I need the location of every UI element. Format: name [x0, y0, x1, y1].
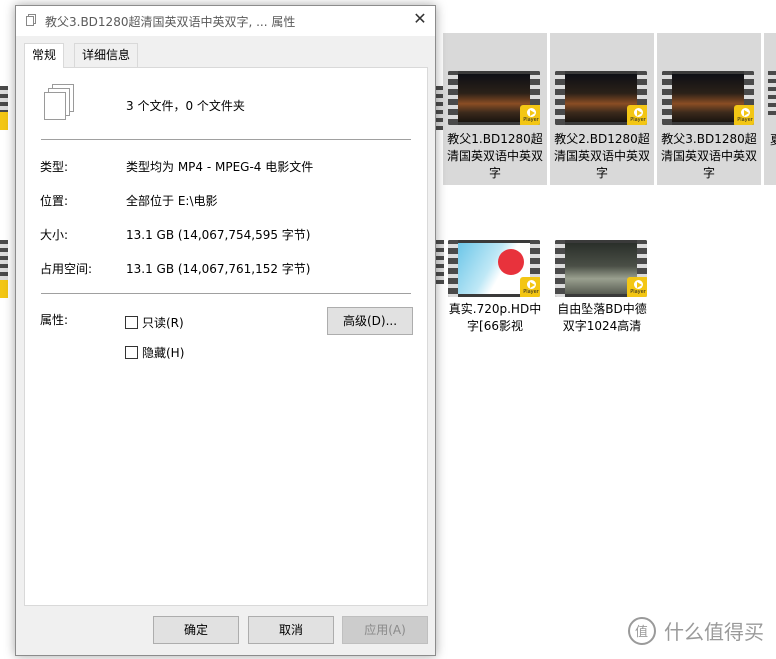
- video-thumbnail: Player: [555, 71, 647, 125]
- watermark-logo-icon: [628, 616, 656, 645]
- file-tile[interactable]: Player 教父3.BD1280超清国英双语中英双字: [657, 33, 761, 185]
- ok-button[interactable]: 确定: [153, 616, 239, 644]
- tab-general[interactable]: 常规: [24, 43, 65, 68]
- player-badge-icon: Player: [520, 105, 540, 125]
- file-tile[interactable]: Player 教父1.BD1280超清国英双语中英双字: [443, 33, 547, 185]
- close-button[interactable]: ✕: [405, 6, 435, 34]
- partial-video-icon: [0, 240, 8, 284]
- type-label: 类型:: [40, 160, 69, 174]
- file-tile[interactable]: Player 教父2.BD1280超清国英双语中英双字: [550, 33, 654, 185]
- size-value: 13.1 GB (14,067,754,595 字节): [126, 228, 311, 242]
- file-name: 自由坠落BD中德双字1024高清: [557, 302, 647, 333]
- properties-dialog: 教父3.BD1280超清国英双语中英双字, ... 属性 ✕ 常规 详细信息 3…: [15, 5, 436, 656]
- watermark-text: 什么值得买: [664, 620, 764, 644]
- file-name-partial: 夏: [770, 131, 776, 148]
- file-name: 教父2.BD1280超清国英双语中英双字: [553, 132, 650, 180]
- checkbox-box[interactable]: [125, 346, 138, 359]
- file-name: 教父1.BD1280超清国英双语中英双字: [446, 132, 543, 180]
- readonly-label: 只读(R): [142, 316, 184, 330]
- file-tile[interactable]: Player 真实.720p.HD中字[66影视: [443, 235, 547, 345]
- player-badge-icon: Player: [627, 277, 647, 297]
- apply-button[interactable]: 应用(A): [342, 616, 428, 644]
- file-name: 教父3.BD1280超清国英双语中英双字: [660, 132, 757, 180]
- partial-player-badge: [0, 280, 8, 298]
- hidden-checkbox[interactable]: 隐藏(H): [125, 344, 184, 361]
- type-value: 类型均为 MP4 - MPEG-4 电影文件: [126, 160, 314, 174]
- multiple-files-icon: [42, 84, 76, 124]
- disk-size-value: 13.1 GB (14,067,761,152 字节): [126, 262, 311, 276]
- site-watermark: 什么值得买: [628, 616, 764, 645]
- checkbox-box[interactable]: [125, 316, 138, 329]
- divider: [41, 293, 411, 294]
- cancel-button[interactable]: 取消: [248, 616, 334, 644]
- video-thumbnail: Player: [448, 240, 540, 297]
- player-badge-icon: Player: [627, 105, 647, 125]
- general-panel: 3 个文件，0 个文件夹 类型: 类型均为 MP4 - MPEG-4 电影文件 …: [24, 67, 428, 606]
- file-tile[interactable]: Player 自由坠落BD中德双字1024高清: [550, 235, 654, 345]
- location-label: 位置:: [40, 194, 69, 208]
- selection-summary: 3 个文件，0 个文件夹: [126, 99, 245, 113]
- location-value: 全部位于 E:\电影: [126, 194, 218, 208]
- player-badge-icon: Player: [520, 277, 540, 297]
- partial-player-badge: [0, 112, 8, 130]
- hidden-label: 隐藏(H): [142, 346, 185, 360]
- divider: [41, 139, 411, 140]
- readonly-checkbox[interactable]: 只读(R): [125, 314, 184, 331]
- video-thumbnail: Player: [448, 71, 540, 125]
- attributes-label: 属性:: [40, 313, 69, 327]
- disk-size-label: 占用空间:: [40, 262, 93, 276]
- file-name: 真实.720p.HD中字[66影视: [448, 302, 542, 333]
- advanced-button[interactable]: 高级(D)...: [327, 307, 413, 335]
- file-tile-partial[interactable]: 夏: [764, 33, 776, 185]
- player-badge-icon: Player: [734, 105, 754, 125]
- video-thumbnail: Player: [662, 71, 754, 125]
- multiple-files-icon: [25, 14, 37, 27]
- size-label: 大小:: [40, 228, 69, 242]
- video-thumbnail: Player: [555, 240, 647, 297]
- window-title: 教父3.BD1280超清国英双语中英双字, ... 属性: [45, 15, 296, 29]
- title-bar[interactable]: 教父3.BD1280超清国英双语中英双字, ... 属性 ✕: [16, 6, 435, 36]
- tab-details[interactable]: 详细信息: [74, 43, 139, 67]
